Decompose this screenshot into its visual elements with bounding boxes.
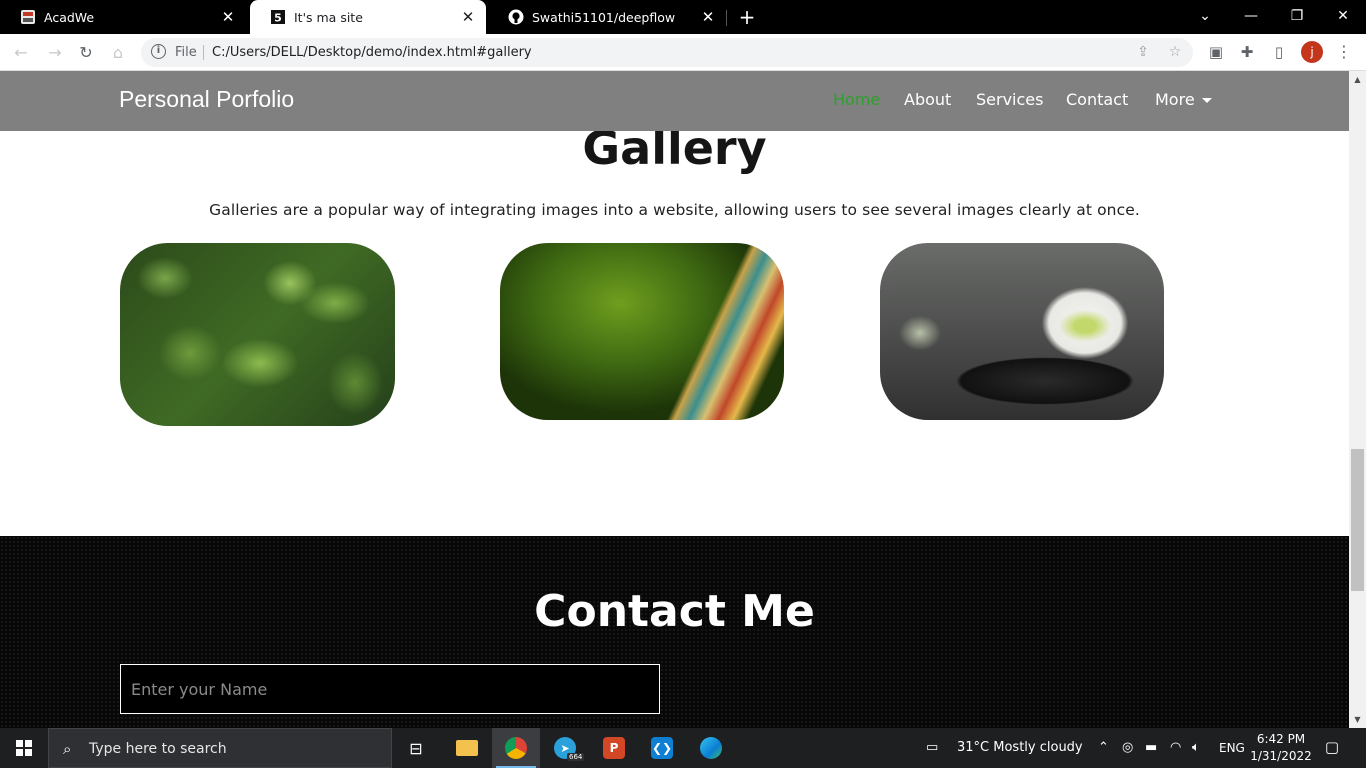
forward-arrow-icon[interactable]: → xyxy=(44,42,66,64)
telegram-button[interactable]: ➤ 664 xyxy=(541,728,589,768)
reading-list-icon[interactable]: ▣ xyxy=(1207,43,1225,61)
profile-avatar[interactable]: j xyxy=(1301,41,1323,63)
gallery-image-rope xyxy=(500,243,784,420)
address-bar[interactable]: i File C:/Users/DELL/Desktop/demo/index.… xyxy=(141,38,1193,67)
nav-more-dropdown[interactable]: More xyxy=(1155,90,1212,109)
scroll-up-arrow-icon[interactable]: ▲ xyxy=(1349,71,1366,88)
home-icon[interactable]: ⌂ xyxy=(107,42,129,64)
wifi-icon[interactable]: ◠ xyxy=(1170,728,1181,768)
tab-title: Swathi51101/deepflow xyxy=(532,9,676,25)
contact-heading: Contact Me xyxy=(534,586,815,637)
close-window-button[interactable]: ✕ xyxy=(1320,0,1366,34)
clock-date: 1/31/2022 xyxy=(1250,749,1312,763)
telegram-badge: 664 xyxy=(567,753,585,761)
file-explorer-button[interactable] xyxy=(443,728,491,768)
edge-icon xyxy=(700,737,722,759)
tab-search-chevron-icon[interactable]: ⌄ xyxy=(1182,0,1228,34)
page-scrollbar[interactable]: ▲ ▼ xyxy=(1349,71,1366,728)
weather-icon[interactable]: ▭ xyxy=(926,728,938,768)
extensions-puzzle-icon[interactable]: ✚ xyxy=(1238,43,1256,61)
gallery-image-leaves xyxy=(120,243,395,426)
weather-text[interactable]: 31°C Mostly cloudy xyxy=(957,728,1083,768)
browser-toolbar: ← → ↻ ⌂ i File C:/Users/DELL/Desktop/dem… xyxy=(0,34,1366,71)
site-brand[interactable]: Personal Porfolio xyxy=(119,86,294,113)
search-placeholder: Type here to search xyxy=(89,741,227,757)
powerpoint-button[interactable]: P xyxy=(590,728,638,768)
clock[interactable]: 6:42 PM 1/31/2022 xyxy=(1250,731,1312,765)
close-tab-icon[interactable]: ✕ xyxy=(220,9,236,25)
caret-down-icon xyxy=(1201,98,1212,103)
name-input[interactable] xyxy=(120,664,660,714)
contact-section: Contact Me xyxy=(0,536,1349,728)
volume-icon[interactable]: 🔈︎ xyxy=(1192,728,1200,768)
tab-its-ma-site[interactable]: 5 It's ma site ✕ xyxy=(250,0,486,34)
page-viewport: Gallery Galleries are a popular way of i… xyxy=(0,71,1349,728)
tab-title: It's ma site xyxy=(294,9,363,25)
site-favicon-icon: 5 xyxy=(270,9,286,25)
gallery-image-flower-stone xyxy=(880,243,1164,420)
taskbar-search-box[interactable]: ⌕ Type here to search xyxy=(48,728,392,768)
task-view-icon: ⊟ xyxy=(409,738,423,758)
site-navbar: Personal Porfolio Home About Services Co… xyxy=(0,71,1349,131)
windows-taskbar: ⌕ Type here to search ⊟ ➤ 664 P ❮❯ ▭ 31°… xyxy=(0,728,1366,768)
nav-contact[interactable]: Contact xyxy=(1066,90,1128,109)
nav-more-label: More xyxy=(1155,90,1195,109)
vscode-icon: ❮❯ xyxy=(651,737,673,759)
tab-acadwe[interactable]: AcadWe ✕ xyxy=(0,0,246,34)
battery-icon[interactable]: ▬ xyxy=(1145,728,1157,768)
scroll-down-arrow-icon[interactable]: ▼ xyxy=(1349,711,1366,728)
restore-button[interactable]: ❐ xyxy=(1274,0,1320,34)
edge-button[interactable] xyxy=(687,728,735,768)
site-info-icon[interactable]: i xyxy=(151,44,166,59)
search-icon: ⌕ xyxy=(63,740,72,758)
bookmark-star-icon[interactable]: ☆ xyxy=(1167,44,1183,60)
minimize-button[interactable]: — xyxy=(1228,0,1274,34)
browser-menu-icon[interactable]: ⋮ xyxy=(1336,42,1352,62)
share-icon[interactable]: ⇪ xyxy=(1135,44,1151,60)
nav-home[interactable]: Home xyxy=(833,90,880,109)
powerpoint-icon: P xyxy=(603,737,625,759)
close-tab-icon[interactable]: ✕ xyxy=(460,9,476,25)
show-hidden-icons-icon[interactable]: ⌃ xyxy=(1098,728,1109,768)
folder-icon xyxy=(456,740,478,756)
omnibox-divider xyxy=(203,45,204,60)
task-view-button[interactable]: ⊟ xyxy=(392,728,440,768)
start-button[interactable] xyxy=(0,728,48,768)
tab-divider xyxy=(726,10,727,26)
acadwe-favicon-icon xyxy=(20,9,36,25)
language-indicator[interactable]: ENG xyxy=(1219,728,1245,768)
side-panel-icon[interactable]: ▯ xyxy=(1270,43,1288,61)
vscode-button[interactable]: ❮❯ xyxy=(638,728,686,768)
back-arrow-icon[interactable]: ← xyxy=(10,42,32,64)
browser-tab-strip: AcadWe ✕ 5 It's ma site ✕ Swathi51101/de… xyxy=(0,0,1366,34)
nav-services[interactable]: Services xyxy=(976,90,1043,109)
scrollbar-thumb[interactable] xyxy=(1351,449,1364,591)
svg-text:5: 5 xyxy=(274,12,282,25)
gallery-description: Galleries are a popular way of integrati… xyxy=(209,201,1140,219)
scheme-label: File xyxy=(175,45,197,60)
tab-title: AcadWe xyxy=(44,9,95,25)
github-icon xyxy=(508,9,524,25)
close-tab-icon[interactable]: ✕ xyxy=(700,9,716,25)
chrome-button[interactable] xyxy=(492,728,540,768)
url-text[interactable]: C:/Users/DELL/Desktop/demo/index.html#ga… xyxy=(212,45,532,60)
nav-about[interactable]: About xyxy=(904,90,951,109)
clock-time: 6:42 PM xyxy=(1256,732,1306,746)
chrome-icon xyxy=(505,737,527,759)
meet-now-icon[interactable]: ◎ xyxy=(1122,728,1133,768)
new-tab-button[interactable]: + xyxy=(736,6,758,28)
windows-logo-icon xyxy=(16,740,32,756)
reload-icon[interactable]: ↻ xyxy=(75,42,97,64)
notification-center-icon[interactable]: ▢ xyxy=(1322,738,1342,758)
tab-github-deepflow[interactable]: Swathi51101/deepflow ✕ xyxy=(488,0,726,34)
